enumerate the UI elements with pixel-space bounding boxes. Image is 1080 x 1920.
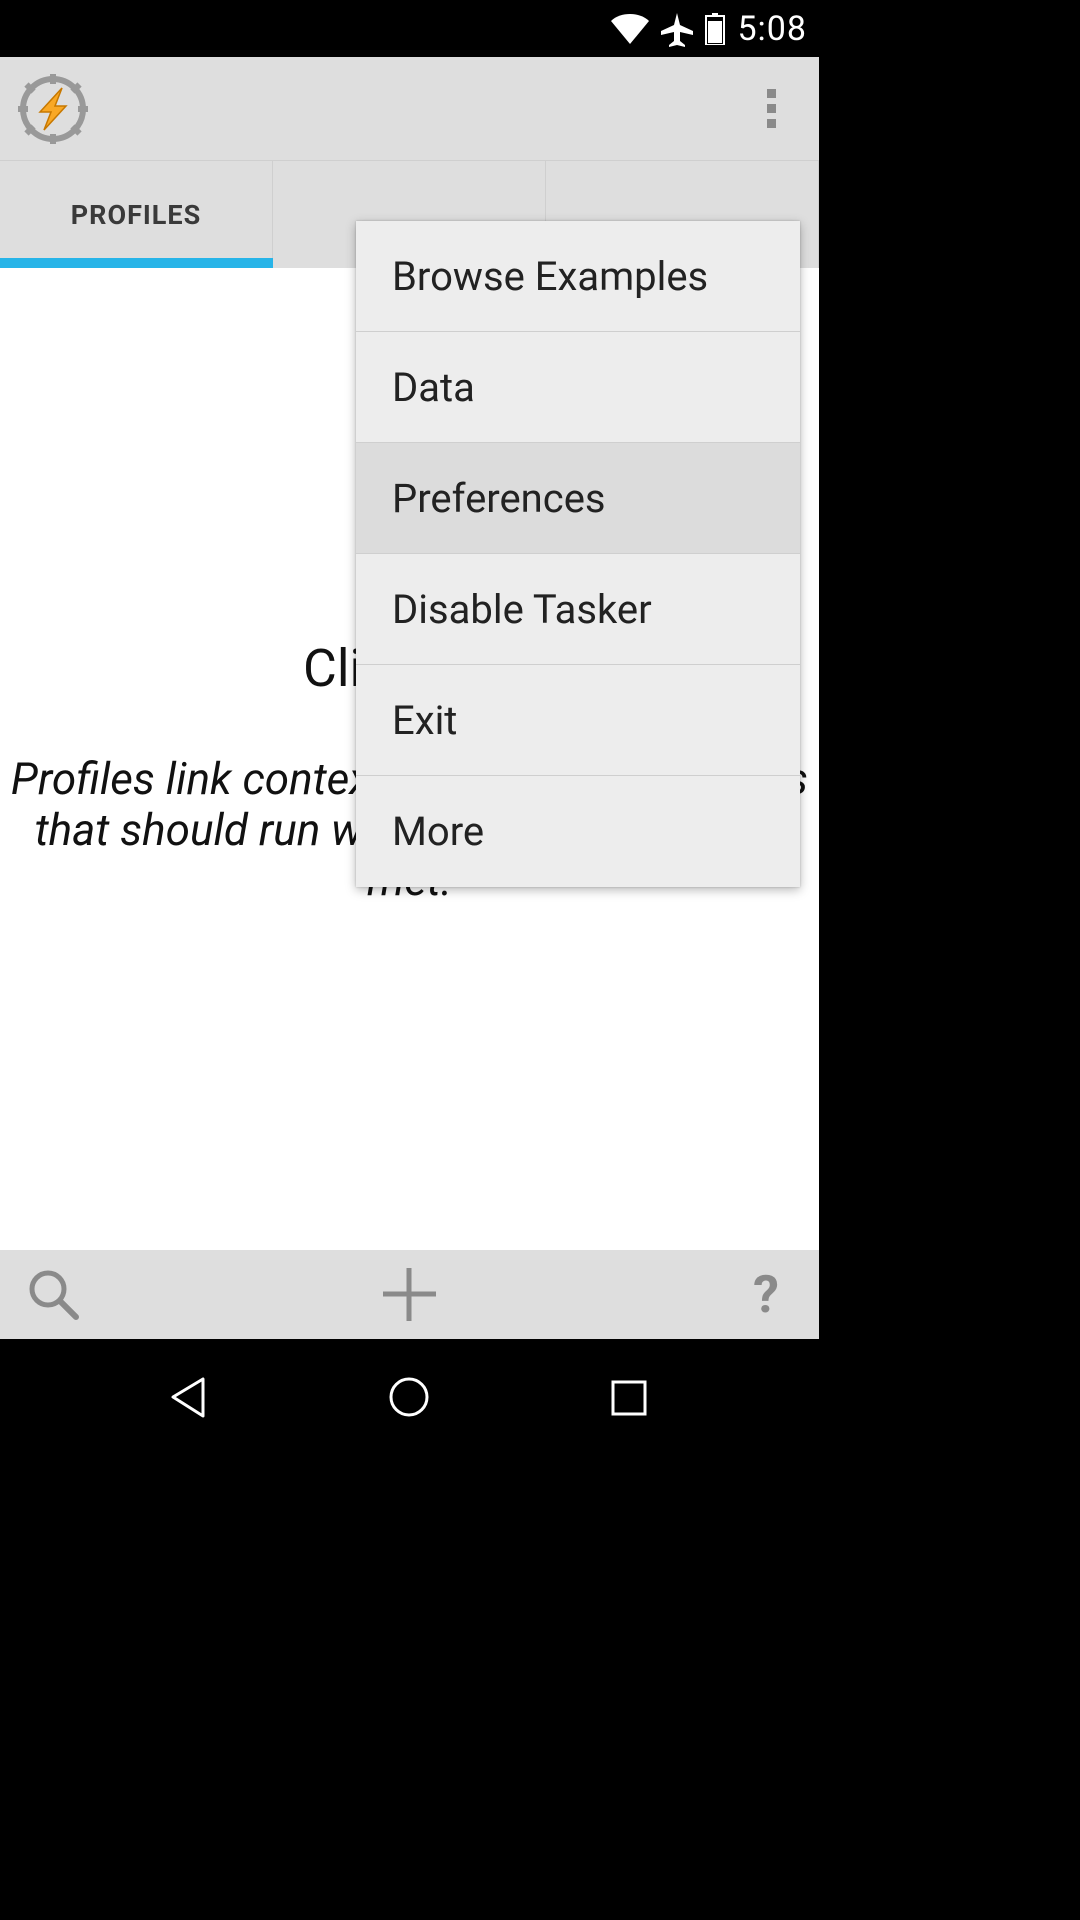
tab-profiles-label: PROFILES — [71, 199, 201, 231]
help-button[interactable]: ? — [731, 1260, 801, 1330]
app-frame: PROFILES Click + to Profiles link contex… — [0, 57, 819, 1339]
help-icon: ? — [753, 1264, 779, 1325]
nav-home-button[interactable] — [374, 1363, 444, 1433]
menu-item-label: Data — [392, 364, 475, 411]
screen: 5:08 — [0, 0, 819, 1456]
overflow-dots-icon — [767, 89, 776, 128]
menu-item-label: More — [392, 808, 484, 855]
menu-item-more[interactable]: More — [356, 776, 800, 887]
airplane-icon — [659, 11, 695, 47]
menu-item-preferences[interactable]: Preferences — [356, 443, 800, 554]
recents-square-icon — [609, 1378, 649, 1418]
menu-item-label: Preferences — [392, 475, 606, 522]
overflow-menu: Browse Examples Data Preferences Disable… — [356, 221, 800, 887]
menu-item-exit[interactable]: Exit — [356, 665, 800, 776]
nav-back-button[interactable] — [155, 1363, 225, 1433]
menu-item-disable-tasker[interactable]: Disable Tasker — [356, 554, 800, 665]
battery-icon — [705, 13, 725, 45]
menu-item-data[interactable]: Data — [356, 332, 800, 443]
status-time: 5:08 — [737, 9, 807, 49]
search-button[interactable] — [18, 1260, 88, 1330]
status-icons — [611, 11, 725, 47]
tab-profiles[interactable]: PROFILES — [0, 161, 273, 268]
menu-item-label: Browse Examples — [392, 253, 708, 300]
action-bar — [0, 57, 819, 161]
menu-item-browse-examples[interactable]: Browse Examples — [356, 221, 800, 332]
menu-item-label: Disable Tasker — [392, 586, 652, 633]
bottom-bar: ? — [0, 1250, 819, 1339]
menu-item-label: Exit — [392, 697, 457, 744]
tasker-logo-icon — [18, 74, 88, 144]
add-button[interactable] — [375, 1260, 445, 1330]
wifi-icon — [611, 14, 649, 44]
search-icon — [26, 1267, 81, 1322]
nav-recents-button[interactable] — [594, 1363, 664, 1433]
nav-bar — [0, 1339, 819, 1456]
plus-icon — [377, 1262, 442, 1327]
status-bar: 5:08 — [0, 0, 819, 57]
home-circle-icon — [387, 1375, 432, 1420]
back-triangle-icon — [167, 1375, 212, 1420]
tab-indicator — [0, 258, 273, 268]
overflow-menu-button[interactable] — [741, 79, 801, 139]
